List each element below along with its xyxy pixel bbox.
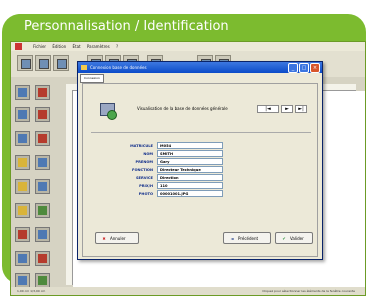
- tool-icon[interactable]: [15, 107, 30, 122]
- cancel-label: Annuler: [110, 236, 126, 241]
- cancel-button[interactable]: ✖ Annuler: [95, 232, 139, 244]
- menu-item-help[interactable]: ?: [116, 44, 118, 49]
- status-left: 1,00 cm 1/3,00 cm: [17, 289, 46, 293]
- tool-icon[interactable]: [15, 131, 30, 146]
- validate-button[interactable]: ✔ Valider: [275, 232, 313, 244]
- field-row: PRIX/H 110: [97, 182, 297, 190]
- menu-item-settings[interactable]: Paramètres: [87, 44, 110, 49]
- checkmark-icon: ✔: [282, 236, 286, 241]
- maximize-icon[interactable]: □: [299, 63, 309, 73]
- nav-prev-button[interactable]: |◄: [257, 105, 279, 113]
- close-icon[interactable]: ×: [310, 63, 320, 73]
- field-row: PHOTO 00001001.JPG: [97, 190, 297, 198]
- field-row: MATRICULE M054: [97, 142, 297, 150]
- prix-field[interactable]: 110: [157, 182, 223, 189]
- field-row: NOM SMITH: [97, 150, 297, 158]
- field-label: NOM: [143, 152, 153, 156]
- previous-label: Précédent: [238, 236, 259, 241]
- tool-icon[interactable]: [15, 155, 30, 170]
- tool-icon[interactable]: [15, 227, 30, 242]
- fonction-field[interactable]: Directeur Technique: [157, 166, 223, 173]
- cross-icon: ✖: [102, 236, 106, 241]
- field-label: MATRICULE: [130, 144, 153, 148]
- menu-item-state[interactable]: État: [72, 44, 80, 49]
- validate-label: Valider: [290, 236, 304, 241]
- minimize-icon[interactable]: _: [288, 63, 298, 73]
- service-field[interactable]: Direction: [157, 174, 223, 181]
- tool-icon[interactable]: [15, 203, 30, 218]
- tab-connexion[interactable]: Connexion: [80, 74, 104, 83]
- tool-icon[interactable]: [35, 107, 50, 122]
- dialog-panel: Visualisation de la base de données géné…: [82, 83, 318, 257]
- field-row: PRENOM Gary: [97, 158, 297, 166]
- toolbar-button-icon[interactable]: [17, 55, 33, 71]
- dialog-title: Connexion base de données: [90, 65, 147, 70]
- record-header: Visualisation de la base de données géné…: [89, 90, 309, 130]
- database-dialog: Connexion base de données _ □ × Connexion …: [77, 61, 323, 260]
- dialog-titlebar[interactable]: Connexion base de données _ □ ×: [78, 62, 322, 73]
- field-row: SERVICE Direction: [97, 174, 297, 182]
- matricule-field[interactable]: M054: [157, 142, 223, 149]
- field-label: FONCTION: [131, 168, 153, 172]
- field-row: FONCTION Directeur Technique: [97, 166, 297, 174]
- tool-icon[interactable]: [15, 179, 30, 194]
- toolbar-button-icon[interactable]: [53, 55, 69, 71]
- tool-icon[interactable]: [35, 227, 50, 242]
- tool-icon[interactable]: [15, 251, 30, 266]
- arrow-left-icon: ◄: [230, 236, 234, 241]
- record-navigator: |◄ ► ►|: [257, 105, 311, 114]
- field-label: PHOTO: [138, 192, 153, 196]
- status-bar: 1,00 cm 1/3,00 cm Cliquez pour sélection…: [11, 287, 365, 295]
- nom-field[interactable]: SMITH: [157, 150, 223, 157]
- field-label: PRENOM: [135, 160, 154, 164]
- status-right: Cliquez pour sélectionner les éléments d…: [262, 289, 355, 293]
- tool-icon[interactable]: [35, 179, 50, 194]
- nav-last-button[interactable]: ►|: [295, 105, 307, 113]
- field-label: SERVICE: [135, 176, 153, 180]
- field-label: PRIX/H: [139, 184, 153, 188]
- tool-icon[interactable]: [35, 85, 50, 100]
- tool-icon[interactable]: [35, 155, 50, 170]
- tool-icon[interactable]: [35, 131, 50, 146]
- database-icon: [100, 103, 117, 120]
- tool-icon[interactable]: [15, 273, 30, 288]
- menu-bar: Fichier Édition État Paramètres ?: [11, 42, 365, 51]
- tool-icon[interactable]: [15, 85, 30, 100]
- tool-icon[interactable]: [35, 251, 50, 266]
- menu-item-file[interactable]: Fichier: [33, 44, 46, 49]
- menu-item-edit[interactable]: Édition: [52, 44, 66, 49]
- vertical-ruler: [66, 90, 73, 285]
- tool-icon[interactable]: [35, 273, 50, 288]
- window-icon: [81, 65, 87, 70]
- banner-title: Personnalisation / Identification: [10, 14, 256, 40]
- app-screenshot: Fichier Édition État Paramètres ? Connex…: [10, 41, 366, 296]
- app-logo-icon: [15, 43, 22, 50]
- nav-next-button[interactable]: ►: [281, 105, 293, 113]
- dialog-heading: Visualisation de la base de données géné…: [137, 106, 228, 111]
- prenom-field[interactable]: Gary: [157, 158, 223, 165]
- toolbar-button-icon[interactable]: [35, 55, 51, 71]
- tool-icon[interactable]: [35, 203, 50, 218]
- photo-field[interactable]: 00001001.JPG: [157, 190, 223, 197]
- tool-palette: [11, 77, 63, 288]
- previous-button[interactable]: ◄ Précédent: [223, 232, 271, 244]
- divider: [91, 132, 311, 133]
- banner-card: Personnalisation / Identification Fichie…: [2, 14, 366, 296]
